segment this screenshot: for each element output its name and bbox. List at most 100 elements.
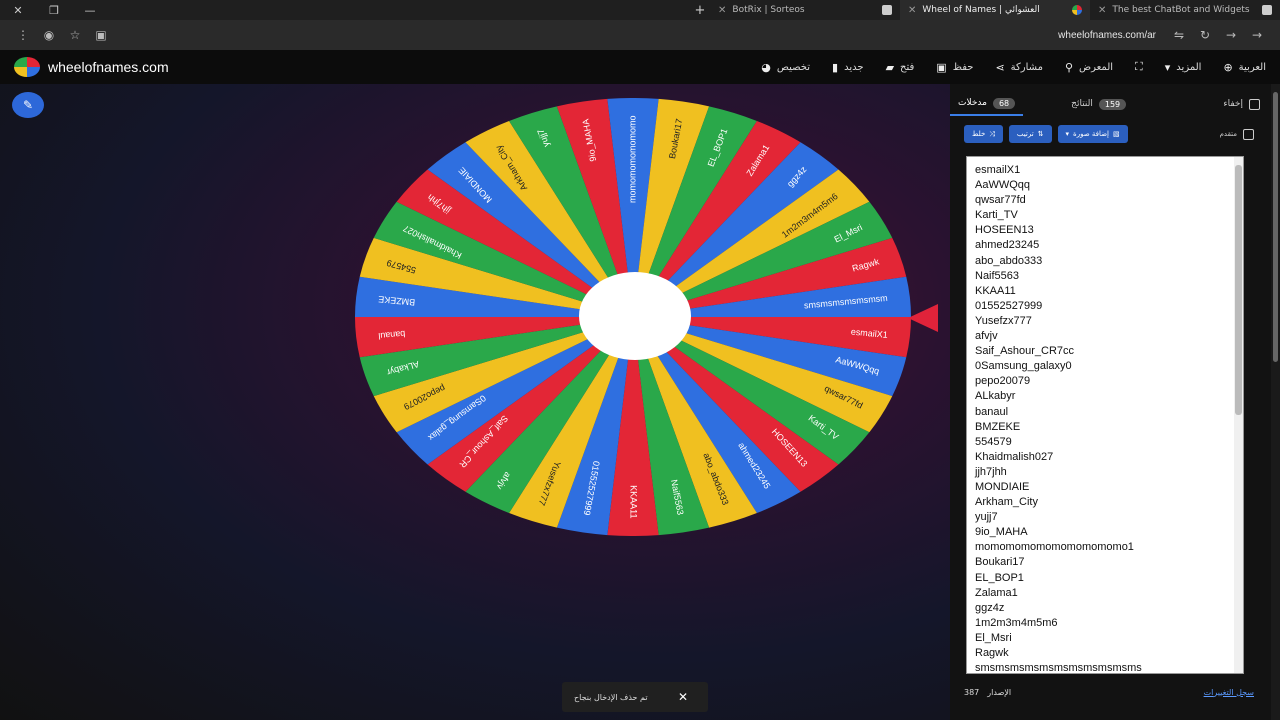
menu-label: المزيد <box>1176 61 1202 73</box>
menu-label: فتح <box>900 61 915 73</box>
advanced-label: متقدم <box>1219 130 1237 138</box>
entry-item: Saif_Ashour_CR7cc <box>975 345 1075 358</box>
entries-scrollbar[interactable] <box>1234 157 1243 673</box>
entries-toolbar: خلط ⤨ ترتيب ⇅ ▾ إضافة صورة ▧ متقدم <box>964 124 1254 144</box>
entry-item: yujj7 <box>975 511 998 524</box>
entry-item: MONDIAIE <box>975 480 1030 493</box>
version-label: الإصدار <box>987 687 1012 697</box>
entry-item: momomomomomomomomomo1 <box>975 541 1134 554</box>
entry-item: EL_BOP1 <box>975 571 1024 584</box>
app-header: wheelofnames.com ◕ تخصيص ▮ جديد ▰ فتح ▣ حفظ … <box>0 50 1280 84</box>
changelog-link[interactable]: سجل التغييرات <box>1204 688 1254 697</box>
wheel-center-hub[interactable] <box>579 272 691 360</box>
entry-item: HOSEEN13 <box>975 224 1034 237</box>
page-scroll-thumb[interactable] <box>1273 92 1278 362</box>
toast-notification: تم حذف الإدخال بنجاح ✕ <box>562 682 708 712</box>
edit-pencil-icon[interactable]: ✎ <box>12 92 44 118</box>
entry-item: Ragwk <box>975 647 1009 659</box>
menu-more[interactable]: ▾ المزيد <box>1165 61 1202 74</box>
advanced-checkbox[interactable] <box>1243 128 1254 140</box>
menu-label: حفظ <box>952 61 974 73</box>
forward-icon[interactable]: → <box>1218 28 1244 42</box>
eye-icon[interactable]: ◉ <box>36 28 62 42</box>
add-image-button[interactable]: ▾ إضافة صورة ▧ <box>1057 125 1128 143</box>
close-tab-icon[interactable]: ✕ <box>718 5 726 16</box>
menu-customize[interactable]: ◕ تخصيص <box>761 61 810 74</box>
menu-save[interactable]: ▣ حفظ <box>936 61 973 74</box>
menu-open[interactable]: ▰ فتح <box>886 61 915 74</box>
menu-gallery[interactable]: ⚲ المعرض <box>1065 61 1113 74</box>
entry-item: Karti_TV <box>975 209 1018 222</box>
entry-item: 0Samsung_galaxy0 <box>975 360 1072 373</box>
back-icon[interactable]: → <box>1244 28 1270 42</box>
botrix-favicon-icon <box>882 5 892 15</box>
address-bar: ⋮ ◉ ☆ ▣ wheelofnames.com/ar ⇋ ↻ → → <box>0 20 1280 50</box>
entries-textarea[interactable]: esmailX1 AaWWQqq qwsar77fd Karti_TV HOSEEN13… <box>966 156 1244 674</box>
chevron-down-icon: ▾ <box>1065 130 1070 138</box>
entry-item: 9io_MAHA <box>975 526 1028 539</box>
site-logo[interactable]: wheelofnames.com <box>14 57 169 77</box>
logo-text: wheelofnames.com <box>48 59 169 75</box>
entry-item: smsmsmsmsmsmsmsmsmsmsms <box>975 662 1142 674</box>
tab-results[interactable]: النتائج 159 <box>1063 92 1134 116</box>
label: إضافة صورة <box>1073 130 1110 138</box>
entry-item: Arkham_City <box>975 496 1038 509</box>
fullscreen-icon: ⛶ <box>1135 60 1143 73</box>
menu-share[interactable]: ⋖ مشاركة <box>995 61 1043 74</box>
shuffle-icon: ⤨ <box>989 129 995 138</box>
entry-item: KKAA11 <box>975 284 1016 297</box>
tab-title: BotRix | Sorteos <box>732 5 805 15</box>
new-tab-icon[interactable]: + <box>690 3 710 18</box>
label: ترتيب <box>1016 130 1034 138</box>
entry-item: Zalama1 <box>975 586 1018 599</box>
hide-toggle[interactable]: إخفاء <box>1215 92 1268 116</box>
reload-icon[interactable]: ↻ <box>1192 28 1218 42</box>
tab-chatbot[interactable]: ✕ The best ChatBot and Widgets <box>1090 0 1280 20</box>
tab-title: The best ChatBot and Widgets <box>1112 5 1250 15</box>
close-icon[interactable]: ✕ <box>678 690 688 704</box>
tab-wheel-of-names[interactable]: ✕ Wheel of Names | العشوائي <box>900 0 1090 20</box>
tab-entries[interactable]: مدخلات 68 <box>950 92 1024 116</box>
header-menu: ◕ تخصيص ▮ جديد ▰ فتح ▣ حفظ ⋖ مشاركة ⚲ المعرض ⛶… <box>761 60 1266 74</box>
url-field[interactable]: wheelofnames.com/ar <box>114 30 1166 41</box>
hide-checkbox[interactable] <box>1249 98 1260 110</box>
site-settings-icon[interactable]: ⇋ <box>1166 28 1192 42</box>
entry-item: banaul <box>975 405 1009 418</box>
search-icon: ⚲ <box>1064 60 1073 74</box>
restore-window-icon[interactable]: ❐ <box>36 0 72 20</box>
label: خلط <box>972 130 986 138</box>
shuffle-button[interactable]: خلط ⤨ <box>964 125 1003 143</box>
results-label: النتائج <box>1071 99 1093 109</box>
entry-item: Yusefzx777 <box>975 314 1032 327</box>
hide-label: إخفاء <box>1223 99 1243 109</box>
wheel-svg[interactable]: esmailX1AaWWQqqqwsar77fdKarti_TVHOSEEN13… <box>355 97 911 537</box>
sort-button[interactable]: ترتيب ⇅ <box>1008 125 1052 143</box>
wheel-pointer-icon <box>908 304 938 332</box>
advanced-toggle[interactable]: متقدم <box>1219 128 1254 140</box>
entry-item: 554579 <box>975 435 1012 448</box>
menu-fullscreen[interactable]: ⛶ <box>1135 60 1143 74</box>
browser-tabbar: ✕ ❐ — + ✕ BotRix | Sorteos ✕ Wheel of Na… <box>0 0 1280 20</box>
menu-language[interactable]: ⊕ العربية <box>1223 61 1266 74</box>
wheel[interactable]: esmailX1 AaWWQqq qwsar77fd Karti_TV HOSEEN13… <box>355 97 911 537</box>
page-scrollbar[interactable] <box>1271 84 1280 720</box>
star-icon[interactable]: ☆ <box>62 28 88 42</box>
extension-icon[interactable]: ▣ <box>88 28 114 42</box>
scroll-thumb[interactable] <box>1235 165 1242 415</box>
close-tab-icon[interactable]: ✕ <box>1098 5 1106 16</box>
close-window-icon[interactable]: ✕ <box>0 0 36 20</box>
minimize-window-icon[interactable]: — <box>72 0 108 20</box>
menu-new[interactable]: ▮ جديد <box>832 61 864 74</box>
save-icon: ▣ <box>936 60 947 74</box>
menu-label: المعرض <box>1079 61 1114 73</box>
panel-tabs: مدخلات 68 النتائج 159 إخفاء <box>950 92 1268 116</box>
chevron-down-icon: ▾ <box>1164 60 1171 74</box>
tab-title: Wheel of Names | العشوائي <box>922 5 1040 15</box>
version: 387 الإصدار <box>964 688 1011 697</box>
menu-label: مشاركة <box>1010 61 1043 73</box>
close-tab-icon[interactable]: ✕ <box>908 5 916 16</box>
entry-item: Khaidmalish027 <box>975 450 1054 463</box>
menu-dots-icon[interactable]: ⋮ <box>10 28 36 42</box>
tab-botrix[interactable]: ✕ BotRix | Sorteos <box>710 0 900 20</box>
entry-item: 01552527999 <box>975 299 1043 312</box>
